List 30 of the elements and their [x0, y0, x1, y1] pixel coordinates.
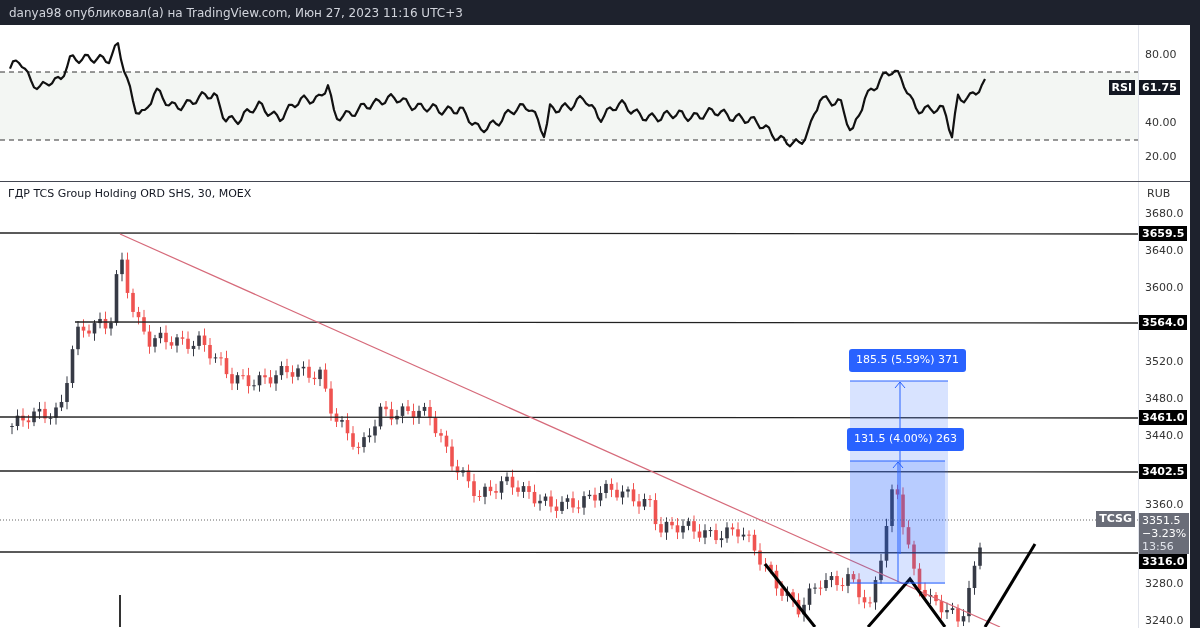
axis-tick-label: 3680.0	[1145, 207, 1184, 221]
level-price-label: 3564.0	[1139, 315, 1188, 330]
axis-tick-label: 80.00	[1145, 48, 1177, 62]
axis-tick-label: 3480.0	[1145, 392, 1184, 406]
measure-label: 185.5 (5.59%) 371	[849, 349, 966, 372]
axis-tick-label: 3440.0	[1145, 429, 1184, 443]
level-price-label: 3461.0	[1139, 410, 1188, 425]
axis-tick-label: 3280.0	[1145, 577, 1184, 591]
hand-drawn-stroke	[763, 563, 817, 627]
indicator-badge: RSI	[1108, 80, 1135, 95]
axis-tick-label: 3640.0	[1145, 244, 1184, 258]
currency-label: RUB	[1147, 186, 1171, 202]
axis-tick-label: 20.00	[1145, 150, 1177, 164]
axis-tick-label: 40.00	[1145, 116, 1177, 130]
level-price-label: 3316.0	[1139, 554, 1188, 569]
bar-countdown: 13:56	[1142, 540, 1175, 553]
measure-label: 131.5 (4.00%) 263	[847, 428, 964, 451]
axis-tick-label: 3600.0	[1145, 281, 1184, 295]
axis-tick-label: 3520.0	[1145, 355, 1184, 369]
price-change: −3.23%	[1142, 527, 1187, 540]
axis-tick-label: 3360.0	[1145, 498, 1184, 512]
axis-tick-label: 3240.0	[1145, 614, 1184, 628]
last-price: 3351.5	[1142, 514, 1182, 527]
symbol-badge: TCSG	[1096, 511, 1135, 527]
level-price-label: 3402.5	[1139, 464, 1188, 479]
level-price-label: 3659.5	[1139, 226, 1188, 241]
chart-legend: ГДР TCS Group Holding ORD SHS, 30, MOEX	[8, 186, 252, 203]
vertical-line	[119, 594, 121, 627]
publication-info: danya98 опубликовал(а) на TradingView.com, Июн 27, 2023 11:16 UTC+3	[9, 4, 463, 22]
rsi-value-label: 61.75	[1139, 80, 1180, 95]
